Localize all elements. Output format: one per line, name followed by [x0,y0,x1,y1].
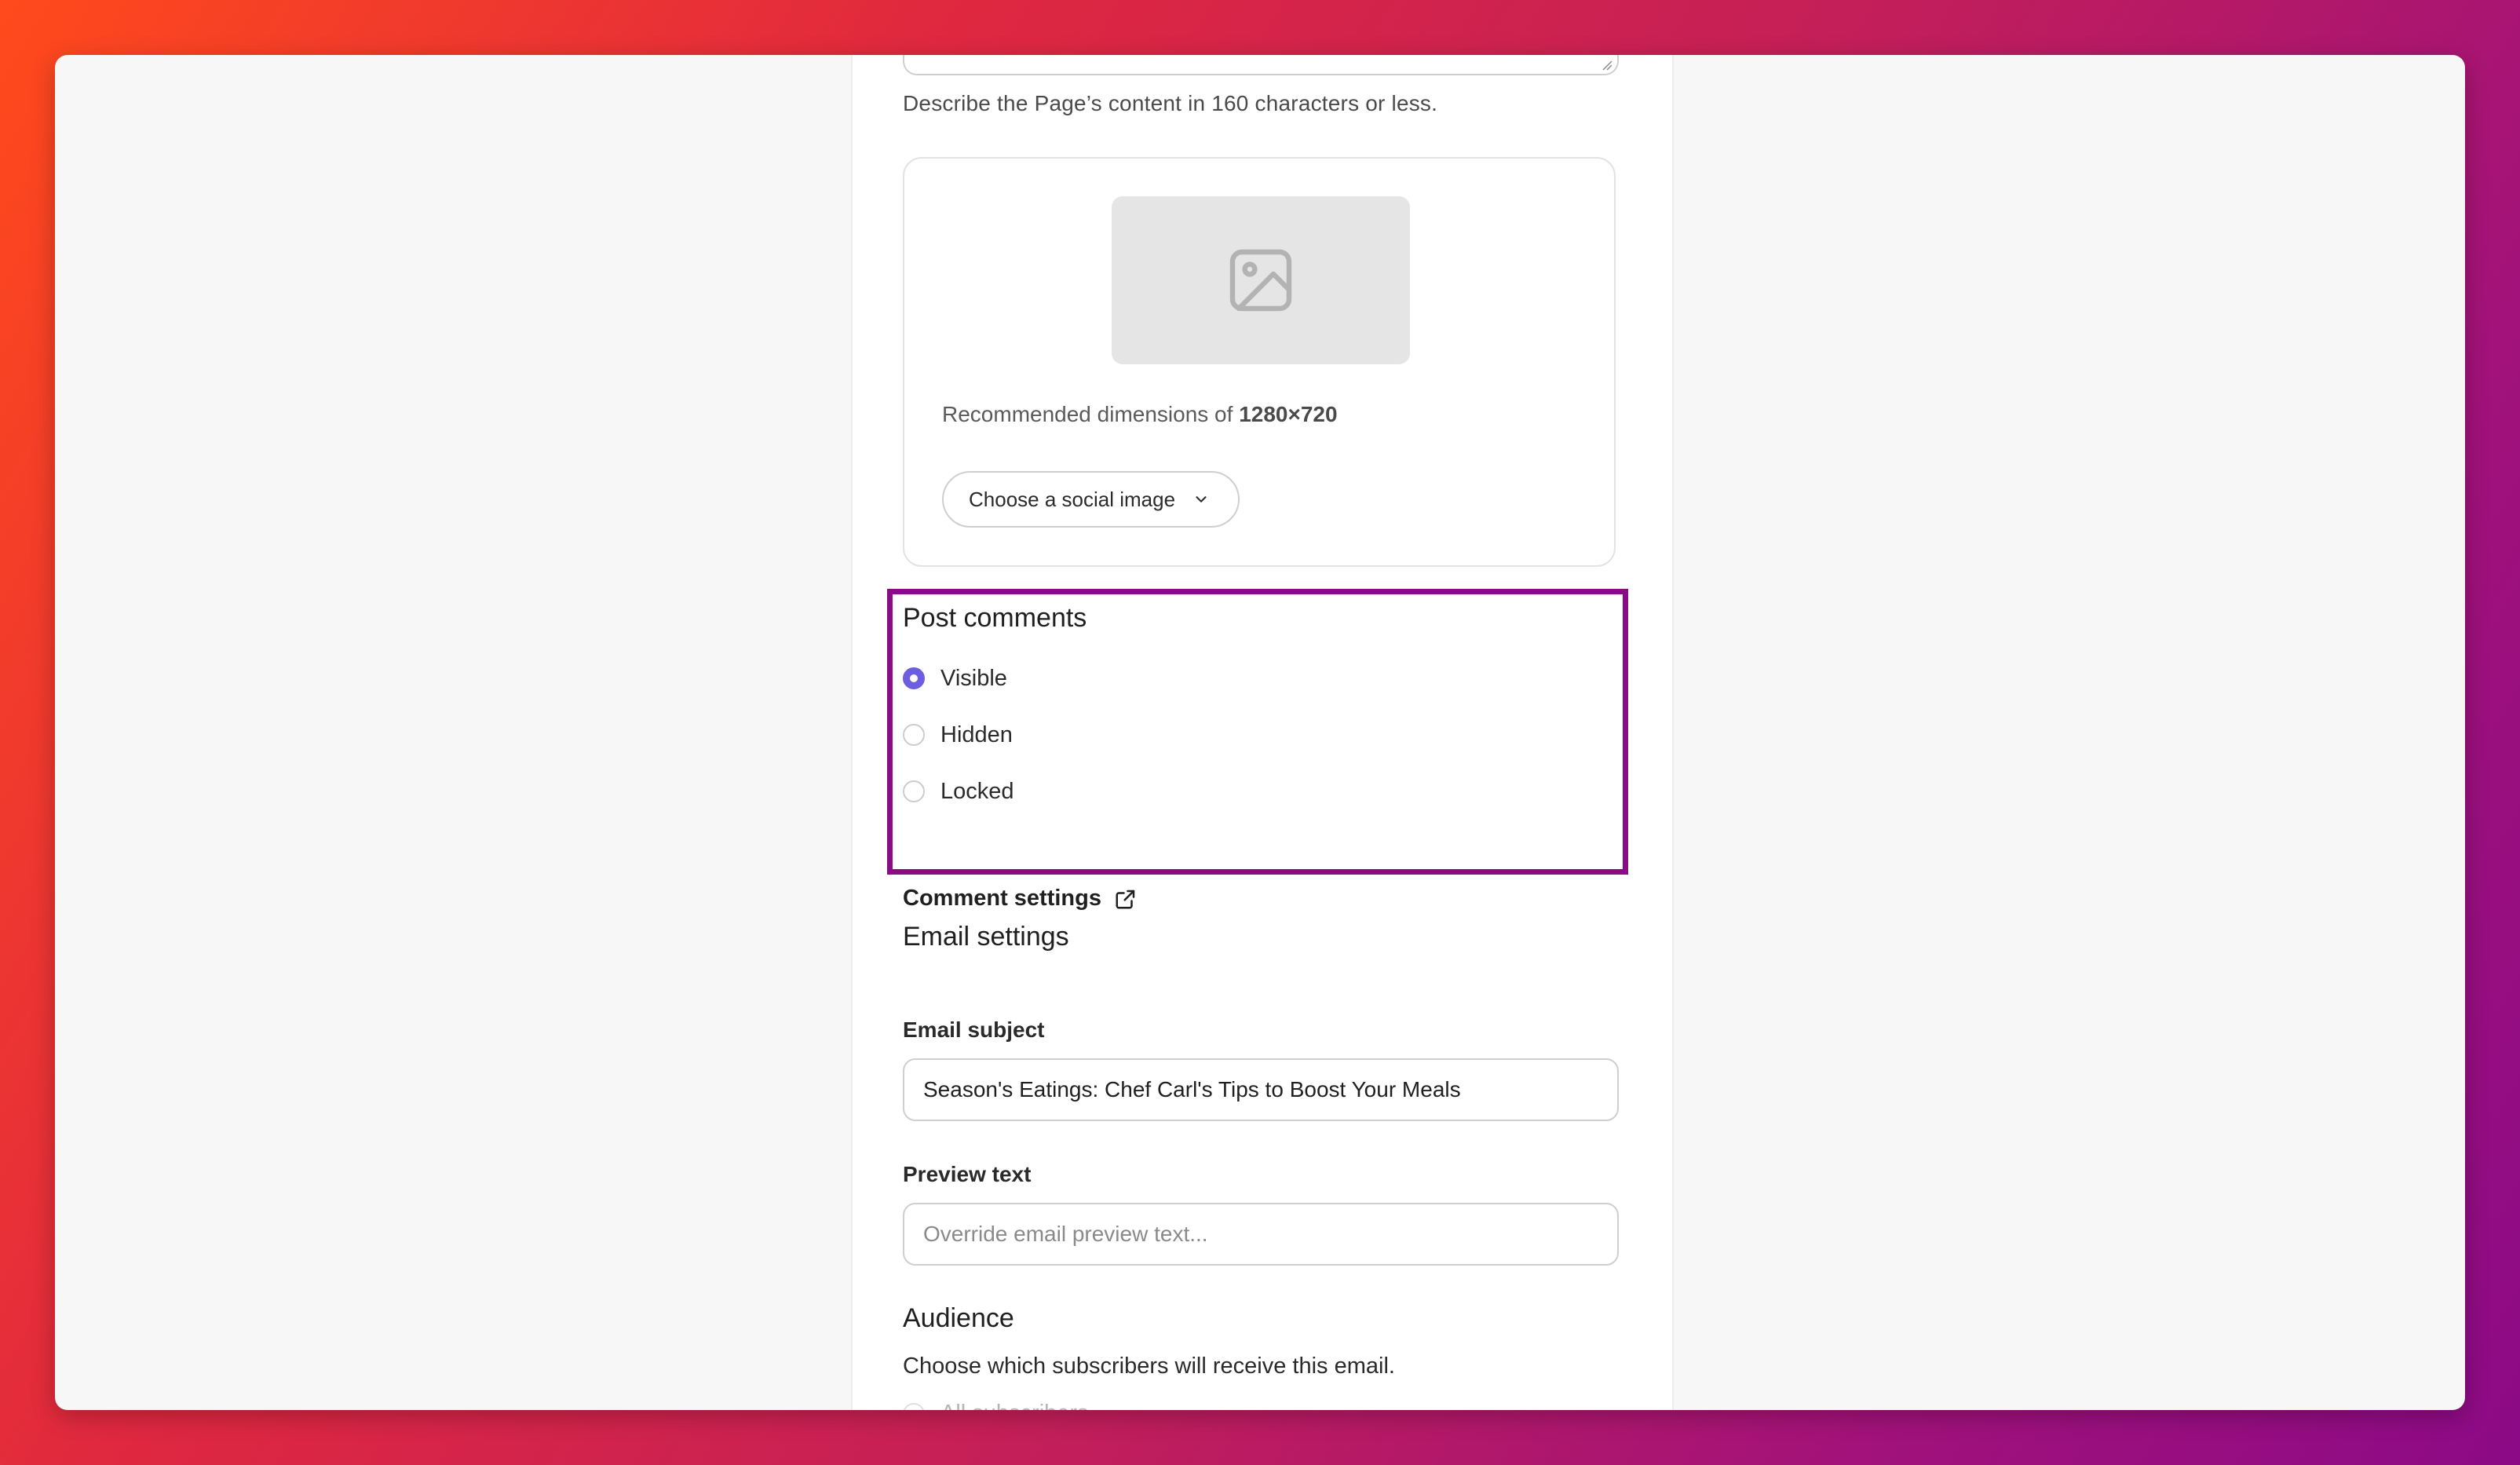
radio-visible-control[interactable] [903,667,925,689]
recommended-dimensions: Recommended dimensions of 1280×720 [942,402,1338,427]
comment-settings-label: Comment settings [903,886,1101,911]
radio-hidden[interactable]: Hidden [903,719,1013,751]
radio-hidden-label: Hidden [940,722,1013,747]
social-image-preview[interactable] [1112,196,1410,364]
image-icon [1229,249,1292,312]
radio-locked[interactable]: Locked [903,776,1014,807]
radio-visible-label: Visible [940,665,1007,691]
email-settings-title: Email settings [903,922,1069,952]
email-subject-label: Email subject [903,1017,1045,1042]
recommended-dimensions-prefix: Recommended dimensions of [942,402,1240,426]
post-comments-title: Post comments [903,603,1087,633]
choose-social-image-label: Choose a social image [969,487,1176,511]
preview-text-input[interactable] [903,1203,1619,1266]
description-textarea[interactable] [903,55,1619,75]
radio-locked-control[interactable] [903,780,925,802]
preview-text-label: Preview text [903,1162,1032,1186]
panel-content: Describe the Page’s content in 160 chara… [55,55,2465,1410]
audience-description: Choose which subscribers will receive th… [903,1354,1395,1379]
resize-handle-icon[interactable] [1601,60,1612,71]
radio-locked-label: Locked [940,778,1014,804]
recommended-dimensions-size: 1280×720 [1239,402,1338,426]
radio-all-subscribers-label: All subscribers [940,1401,1089,1410]
radio-all-subscribers-control[interactable] [903,1402,925,1410]
radio-hidden-control[interactable] [903,724,925,746]
choose-social-image-button[interactable]: Choose a social image [942,471,1240,528]
external-link-icon [1116,890,1135,908]
social-image-card: Recommended dimensions of 1280×720 Choos… [903,157,1616,567]
radio-visible[interactable]: Visible [903,663,1007,694]
audience-title: Audience [903,1303,1014,1333]
email-subject-input[interactable] [903,1058,1619,1121]
comment-settings-link[interactable]: Comment settings [903,886,1138,912]
radio-all-subscribers[interactable]: All subscribers [903,1401,1089,1410]
chevron-down-icon [1196,496,1207,502]
description-helper-text: Describe the Page’s content in 160 chara… [903,91,1438,115]
